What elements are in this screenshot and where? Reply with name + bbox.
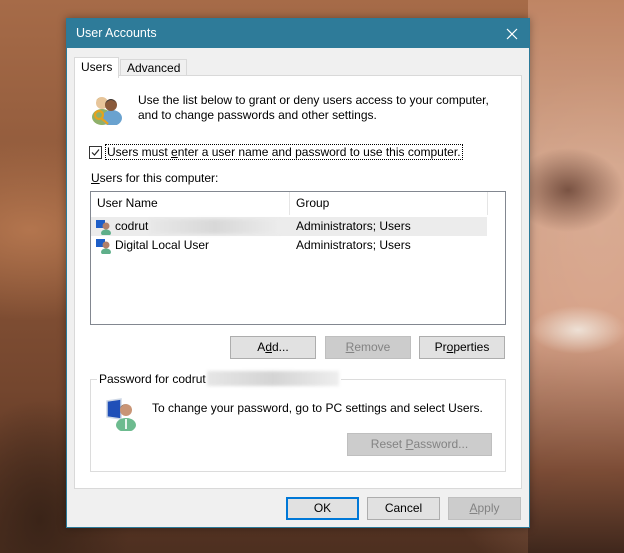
users-tab-panel: Use the list below to grant or deny user… (74, 75, 522, 489)
user-accounts-dialog: User Accounts Users Advanced Use the lis… (66, 18, 530, 528)
require-login-row[interactable]: Users must enter a user name and passwor… (89, 144, 463, 160)
require-login-checkbox[interactable] (89, 145, 102, 159)
accelerator-key: e (171, 145, 178, 159)
column-header-group[interactable]: Group (290, 192, 488, 215)
accelerator-key: U (91, 171, 100, 185)
redacted-text (206, 371, 339, 386)
label-part: Pr (434, 340, 447, 354)
legend-text: Password for codrut (99, 371, 206, 386)
user-name: Digital Local User (115, 238, 210, 252)
listview-header: User Name Group (91, 192, 488, 215)
users-listview[interactable]: User Name Group codrut Administrators; U… (90, 191, 506, 325)
user-name: codrut (115, 219, 149, 233)
require-login-label[interactable]: Users must enter a user name and passwor… (105, 144, 463, 160)
password-group-legend: Password for codrut (97, 371, 341, 386)
label-part: perties (453, 340, 490, 354)
remove-user-button[interactable]: Remove (325, 336, 411, 359)
accelerator-key: A (469, 501, 478, 515)
close-icon (506, 28, 518, 39)
label-part: d... (272, 340, 289, 354)
group-cell: Administrators; Users (296, 219, 411, 233)
label-part: pply (477, 501, 500, 515)
password-info-text: To change your password, go to PC settin… (152, 401, 483, 415)
table-row[interactable]: Digital Local User Administrators; Users (91, 236, 487, 255)
label-part: Reset (370, 437, 406, 451)
group-cell: Administrators; Users (296, 238, 411, 252)
label-part: nter a user name and password to use thi… (177, 145, 461, 159)
accelerator-key: d (265, 340, 272, 354)
user-account-icon (96, 238, 111, 254)
accelerator-key: R (345, 340, 355, 354)
user-account-icon (96, 219, 111, 235)
add-user-button[interactable]: Add... (230, 336, 316, 359)
title-bar[interactable]: User Accounts (67, 19, 529, 48)
tab-users[interactable]: Users (74, 57, 120, 78)
reset-password-button[interactable]: Reset Password... (347, 433, 492, 456)
password-groupbox: Password for codrut To change your passw… (90, 371, 506, 472)
desktop-wallpaper (528, 0, 624, 553)
user-computer-icon (106, 398, 136, 431)
cancel-button[interactable]: Cancel (367, 497, 440, 520)
redacted-text (150, 219, 281, 234)
window-title: User Accounts (76, 26, 157, 40)
user-name-cell: codrut (96, 217, 281, 236)
column-header-user-name[interactable]: User Name (91, 192, 290, 215)
table-row[interactable]: codrut Administrators; Users (91, 217, 487, 236)
label-part: emove (354, 340, 391, 354)
properties-button[interactable]: Properties (419, 336, 505, 359)
intro-text: Use the list below to grant or deny user… (138, 93, 489, 122)
ok-button[interactable]: OK (286, 497, 359, 520)
label-part: assword... (413, 437, 469, 451)
accelerator-key: P (405, 437, 414, 451)
checkmark-icon (91, 148, 100, 156)
users-list-label: Users for this computer: (91, 171, 218, 185)
label-part: Users must (107, 145, 172, 159)
user-name-cell: Digital Local User (96, 236, 209, 255)
apply-button[interactable]: Apply (448, 497, 521, 520)
users-key-icon (92, 97, 122, 125)
label-part: sers for this computer: (99, 171, 219, 185)
close-button[interactable] (495, 19, 529, 48)
